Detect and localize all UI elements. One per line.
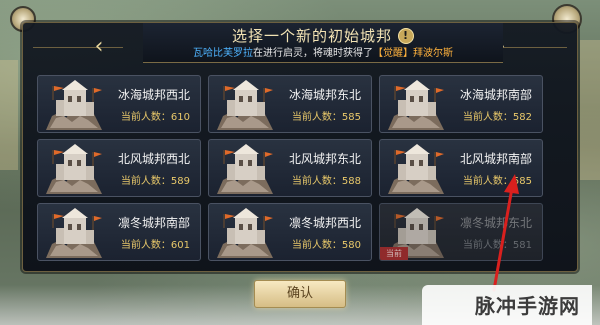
city-card-1[interactable]: 冰海城邦西北 当前人数：610 [37,75,201,133]
population-text: 当前人数：580 [292,236,361,251]
castle-icon [46,208,102,258]
population-label: 当前人数： [291,240,342,251]
city-grid: 冰海城邦西北 当前人数：610 冰海城邦东北 当前人数：585 冰海城邦南部 当… [37,75,543,261]
population-label: 当前人数： [291,176,342,187]
city-name: 凛冬城邦南部 [117,216,190,230]
population-text: 当前人数：585 [463,172,532,187]
population-label: 当前人数： [120,112,171,123]
castle-icon [217,80,273,130]
panel-header: 选择一个新的初始城邦 ! 瓦哈比芙罗拉在进行启灵，将魂时获得了【觉醒】拜波尔斯 [143,23,503,63]
watermark-badge: 脉冲手游网 [422,285,592,325]
population-label: 当前人数： [462,176,513,187]
current-city-badge: 当前 [380,247,408,260]
header-title-row: 选择一个新的初始城邦 ! [143,25,503,46]
city-card-9: 凛冬城邦东北 当前人数：581 当前 [379,203,543,261]
confirm-button[interactable]: 确认 [254,280,346,308]
population-label: 当前人数： [120,176,171,187]
player-name: 瓦哈比芙罗拉 [193,48,253,59]
city-card-2[interactable]: 冰海城邦东北 当前人数：585 [208,75,372,133]
population-label: 当前人数： [462,112,513,123]
population-text: 当前人数：581 [463,236,532,251]
right-side-deco [580,40,600,180]
population-label: 当前人数： [120,240,171,251]
arrow-left-icon[interactable]: ‹ [89,33,109,61]
population-value: 585 [512,176,532,187]
city-name: 北风城邦西北 [117,152,190,166]
castle-icon [388,144,444,194]
population-label: 当前人数： [462,240,513,251]
city-name: 冰海城邦南部 [459,88,532,102]
city-name: 冰海城邦东北 [288,88,361,102]
city-card-5[interactable]: 北风城邦东北 当前人数：588 [208,139,372,197]
population-value: 601 [170,240,190,251]
city-card-3[interactable]: 冰海城邦南部 当前人数：582 [379,75,543,133]
info-icon[interactable]: ! [398,27,414,44]
population-text: 当前人数：582 [463,108,532,123]
city-name: 北风城邦南部 [459,152,532,166]
city-select-panel: ‹ › 选择一个新的初始城邦 ! 瓦哈比芙罗拉在进行启灵，将魂时获得了【觉醒】拜… [22,22,578,272]
castle-icon [388,80,444,130]
population-text: 当前人数：601 [121,236,190,251]
population-label: 当前人数： [291,112,342,123]
population-value: 581 [512,240,532,251]
city-card-6[interactable]: 北风城邦南部 当前人数：585 [379,139,543,197]
header-divider-left [33,47,123,48]
left-side-deco [0,60,18,170]
city-name: 凛冬城邦西北 [288,216,361,230]
population-value: 585 [341,112,361,123]
city-name: 凛冬城邦东北 [459,216,532,230]
castle-icon [217,144,273,194]
population-value: 588 [341,176,361,187]
city-name: 冰海城邦西北 [117,88,190,102]
population-value: 610 [170,112,190,123]
city-card-7[interactable]: 凛冬城邦南部 当前人数：601 [37,203,201,261]
castle-icon [46,80,102,130]
header-subtitle: 瓦哈比芙罗拉在进行启灵，将魂时获得了【觉醒】拜波尔斯 [143,44,503,59]
population-value: 580 [341,240,361,251]
city-card-4[interactable]: 北风城邦西北 当前人数：589 [37,139,201,197]
city-card-8[interactable]: 凛冬城邦西北 当前人数：580 [208,203,372,261]
city-name: 北风城邦东北 [288,152,361,166]
castle-icon [46,144,102,194]
population-value: 582 [512,112,532,123]
population-text: 当前人数：585 [292,108,361,123]
page-title: 选择一个新的初始城邦 [231,27,392,45]
castle-icon [217,208,273,258]
reward-text: 【觉醒】拜波尔斯 [373,48,453,59]
watermark-text: 脉冲手游网 [475,294,580,318]
subtitle-text: 在进行启灵，将魂时获得了 [253,48,373,59]
population-text: 当前人数：589 [121,172,190,187]
population-text: 当前人数：610 [121,108,190,123]
population-value: 589 [170,176,190,187]
population-text: 当前人数：588 [292,172,361,187]
